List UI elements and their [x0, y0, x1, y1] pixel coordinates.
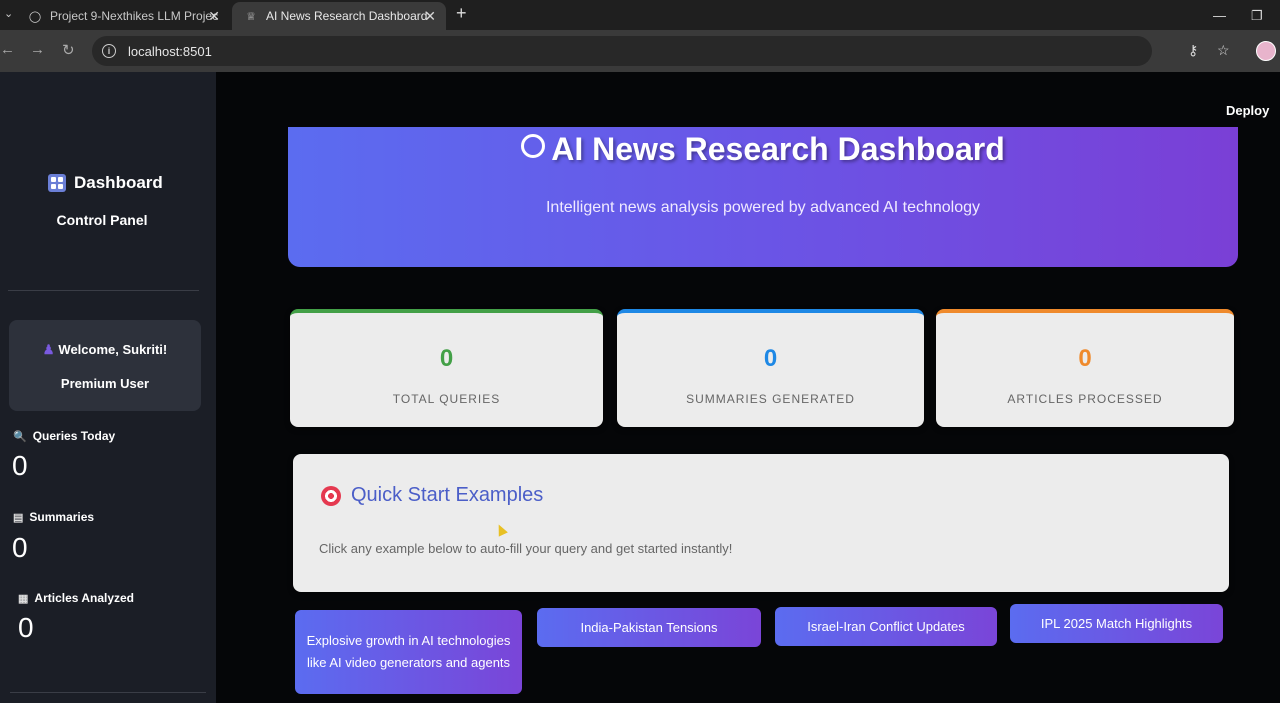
metric-label-text: Summaries	[29, 510, 95, 524]
deploy-button[interactable]: Deploy	[1226, 103, 1269, 118]
stat-card-summaries-generated: 0 SUMMARIES GENERATED	[617, 309, 924, 427]
site-info-icon[interactable]: i	[102, 44, 116, 58]
document-icon: ▤	[13, 511, 24, 524]
welcome-text: Welcome, Sukriti!	[58, 342, 168, 357]
example-button-ipl[interactable]: IPL 2025 Match Highlights	[1010, 604, 1223, 643]
divider	[8, 290, 199, 291]
quick-start-title-text: Quick Start Examples	[351, 484, 544, 506]
browser-tab-dashboard[interactable]: ♕ AI News Research Dashboard ✕	[232, 2, 446, 30]
metric-value-queries: 0	[12, 450, 28, 481]
browser-tab-project[interactable]: ◯ Project 9-Nexthikes LLM Projec ✕	[0, 2, 230, 30]
page-title-text: AI News Research Dashboard	[551, 131, 1005, 167]
sidebar: Dashboard Control Panel ♟ Welcome, Sukrit…	[0, 72, 216, 703]
sidebar-title: Dashboard	[48, 173, 163, 193]
welcome-line: ♟ Welcome, Sukriti!	[9, 342, 201, 358]
star-icon[interactable]: ☆	[1217, 42, 1230, 59]
example-button-ai-growth[interactable]: Explosive growth in AI technologies like…	[295, 610, 522, 694]
metric-value-articles: 0	[18, 612, 34, 643]
page-title: AI News Research Dashboard	[288, 131, 1238, 168]
quick-start-panel: Quick Start Examples Click any example b…	[293, 454, 1229, 592]
user-tier: Premium User	[60, 376, 150, 391]
example-button-israel-iran[interactable]: Israel-Iran Conflict Updates	[775, 607, 997, 646]
tab-title: AI News Research Dashboard	[266, 9, 428, 23]
stat-card-total-queries: 0 TOTAL QUERIES	[290, 309, 603, 427]
back-icon[interactable]: ←	[0, 41, 15, 58]
sidebar-title-text: Dashboard	[74, 173, 163, 192]
person-icon: ♟	[42, 342, 55, 357]
url-text: localhost:8501	[128, 43, 212, 59]
metric-label-summaries: ▤ Summaries	[13, 510, 94, 524]
stat-label: TOTAL QUERIES	[392, 392, 501, 406]
target-icon	[321, 485, 341, 506]
metric-value-summaries: 0	[12, 532, 28, 563]
newspaper-icon: ▦	[18, 592, 29, 605]
page-subtitle: Intelligent news analysis powered by adv…	[545, 199, 981, 216]
browser-tab-strip: ⌄ ◯ Project 9-Nexthikes LLM Projec ✕ ♕ A…	[0, 0, 1280, 30]
new-tab-icon[interactable]: +	[456, 3, 467, 24]
app-viewport: Dashboard Control Panel ♟ Welcome, Sukrit…	[0, 72, 1280, 703]
stat-card-articles-processed: 0 ARTICLES PROCESSED	[936, 309, 1234, 427]
tab-title: Project 9-Nexthikes LLM Projec	[50, 9, 219, 23]
close-icon[interactable]: ✕	[208, 8, 220, 25]
divider	[10, 692, 206, 693]
crown-icon: ♕	[246, 10, 256, 23]
stat-label: ARTICLES PROCESSED	[1007, 392, 1163, 406]
metric-label-articles: ▦ Articles Analyzed	[18, 591, 134, 605]
welcome-card: ♟ Welcome, Sukriti! Premium User	[9, 320, 201, 411]
sidebar-subtitle: Control Panel	[56, 212, 148, 228]
stat-value: 0	[439, 345, 454, 372]
reload-icon[interactable]: ↻	[62, 41, 75, 59]
metric-label-text: Queries Today	[32, 429, 116, 443]
close-icon[interactable]: ✕	[424, 8, 436, 25]
profile-avatar[interactable]	[1256, 41, 1276, 61]
dashboard-icon	[48, 174, 66, 192]
magnifier-icon: 🔍	[13, 430, 27, 443]
forward-icon[interactable]: →	[30, 41, 45, 58]
stat-value: 0	[1078, 345, 1092, 372]
metric-label-text: Articles Analyzed	[34, 591, 134, 605]
minimize-icon[interactable]: —	[1213, 8, 1226, 23]
quick-start-title: Quick Start Examples	[321, 484, 543, 507]
quick-start-description: Click any example below to auto-fill you…	[319, 541, 733, 556]
key-icon[interactable]: ⚷	[1188, 42, 1198, 59]
stat-label: SUMMARIES GENERATED	[686, 392, 855, 406]
robot-icon	[521, 134, 546, 158]
address-toolbar: ← → ↻ i localhost:8501 ⚷ ☆	[0, 30, 1280, 72]
restore-icon[interactable]: ❐	[1251, 8, 1263, 24]
hero-banner: AI News Research Dashboard Intelligent n…	[288, 127, 1238, 267]
address-bar[interactable]: i localhost:8501	[92, 36, 1152, 66]
globe-icon: ◯	[28, 10, 42, 23]
example-button-india-pakistan[interactable]: India-Pakistan Tensions	[537, 608, 761, 647]
metric-label-queries: 🔍 Queries Today	[13, 429, 115, 443]
stat-value: 0	[763, 345, 778, 372]
